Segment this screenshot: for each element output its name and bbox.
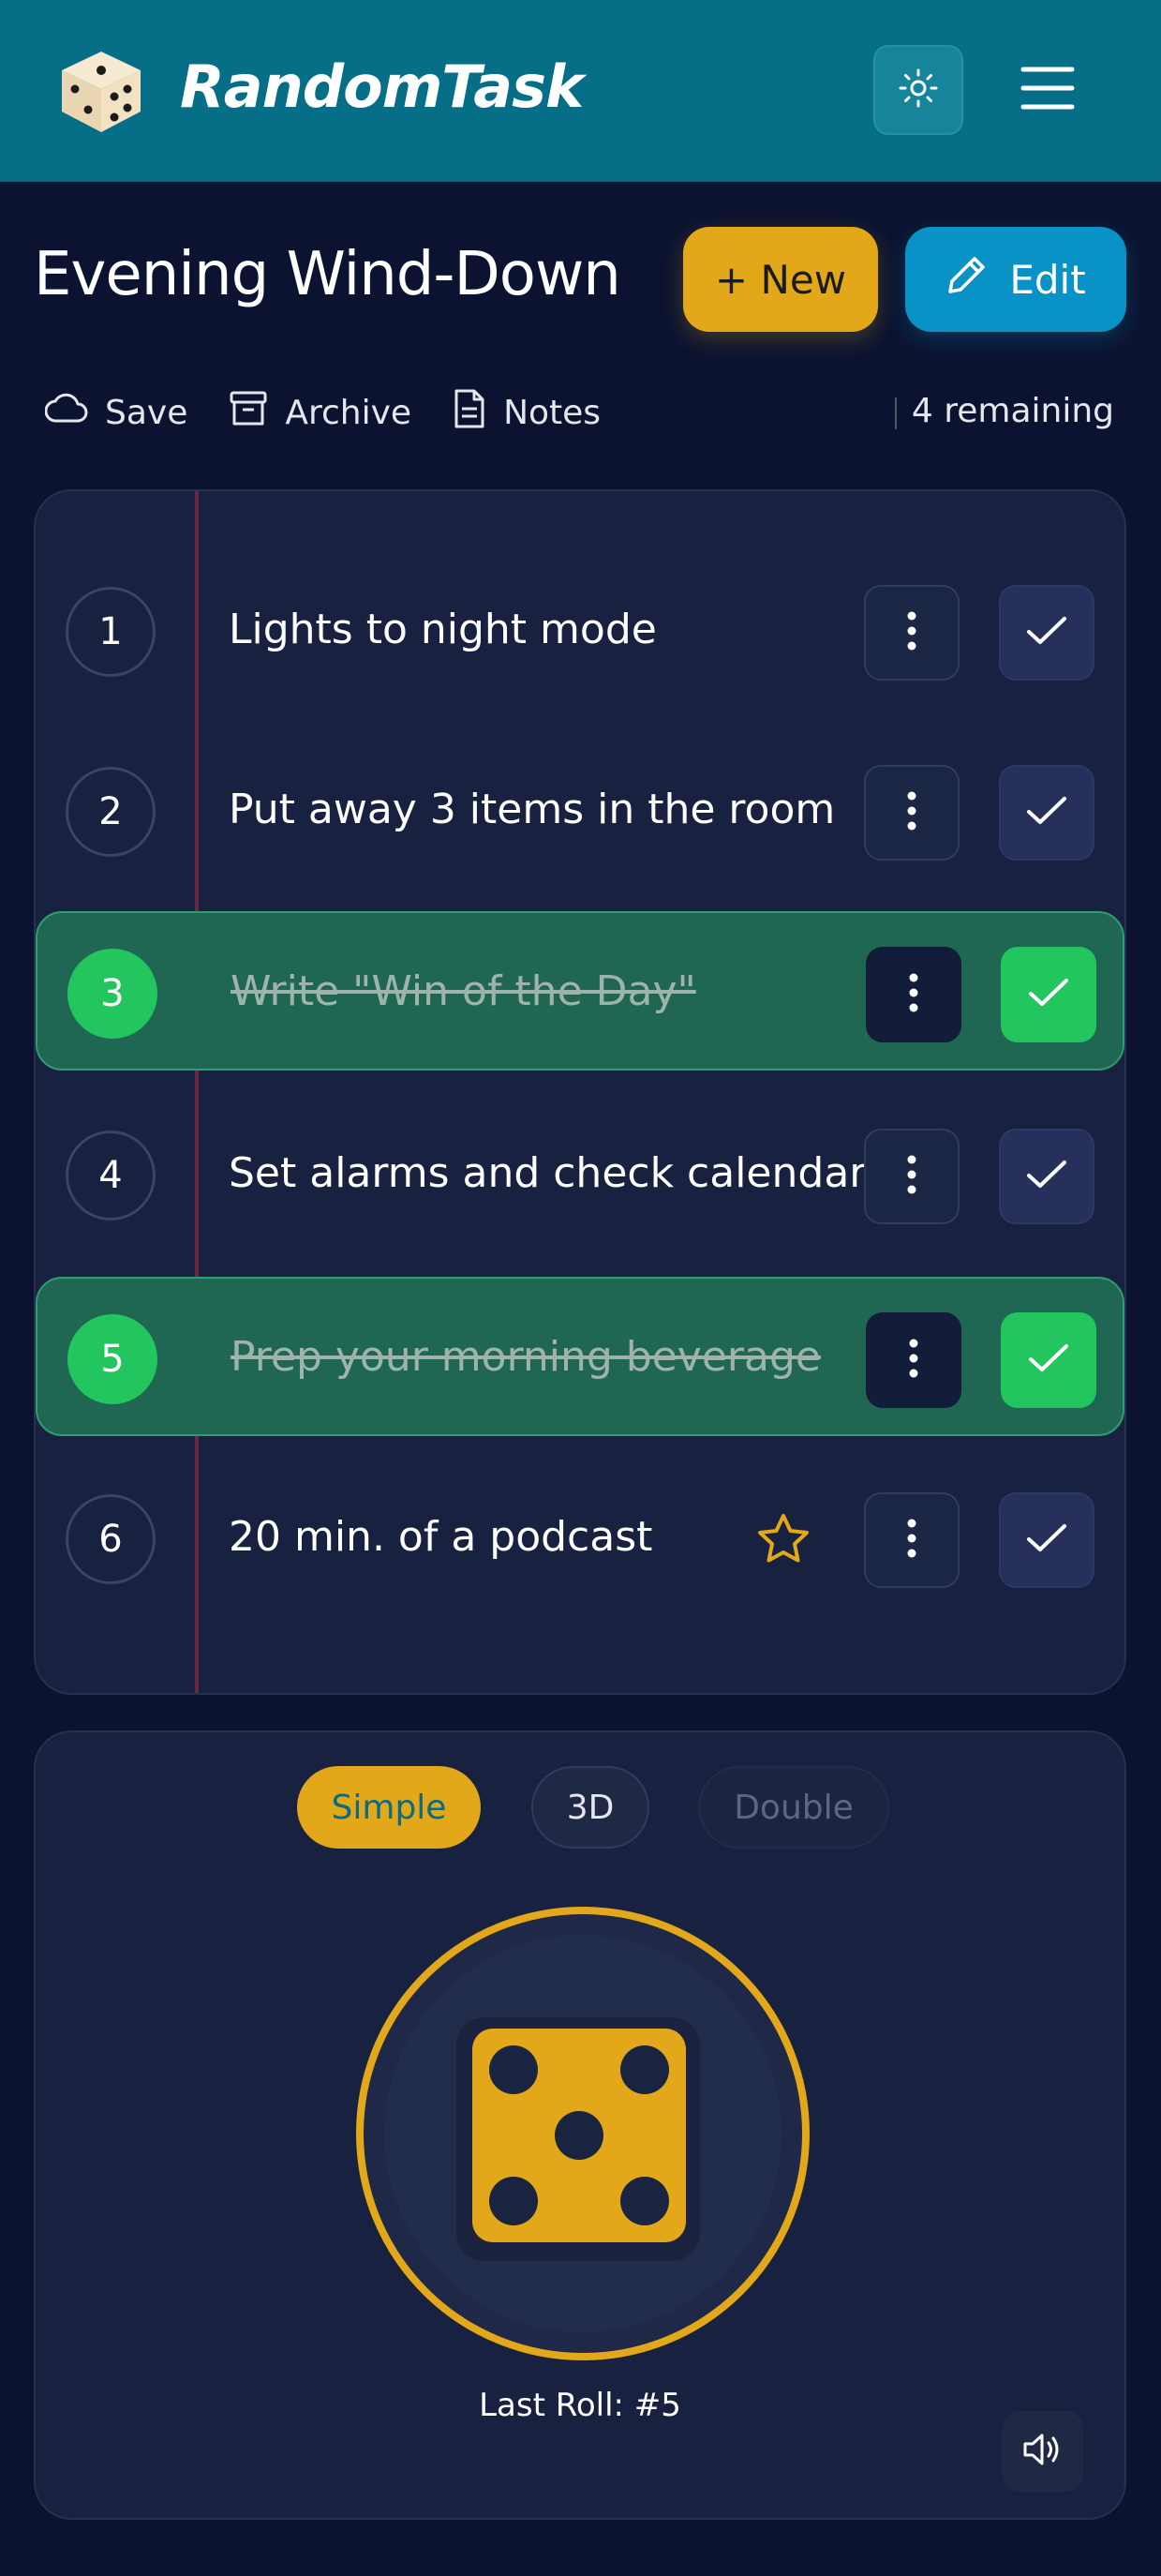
task-text: 20 min. of a podcast [229,1513,653,1561]
check-icon [1025,795,1068,831]
task-item[interactable]: 4 Set alarms and check calendar [36,1095,1124,1254]
task-complete-button[interactable] [999,1492,1094,1588]
task-item[interactable]: 3 Write "Win of the Day" [36,911,1124,1071]
task-options-button[interactable] [864,1129,960,1224]
dice-roller: Simple 3D Double Last Roll: #5 [34,1730,1126,2520]
dice-mode-tabs: Simple 3D Double [36,1766,1124,1850]
star-icon[interactable] [755,1511,811,1567]
task-options-button[interactable] [864,765,960,861]
cloud-icon [44,393,88,433]
die-pip [555,2111,603,2160]
archive-label: Archive [285,393,412,432]
list-actions: Save Archive Notes [44,386,601,439]
task-list: 1 Lights to night mode 2 Put away 3 item… [34,489,1126,1695]
task-text: Set alarms and check calendar [229,1149,867,1197]
menu-button[interactable] [1014,52,1081,127]
edit-list-button[interactable]: Edit [905,227,1126,332]
task-item[interactable]: 1 Lights to night mode [36,551,1124,711]
hamburger-menu-icon [1020,64,1076,116]
task-complete-button[interactable] [999,765,1094,861]
app-header: RandomTask [0,0,1161,182]
new-list-button[interactable]: + New [683,227,878,332]
last-roll-text: Last Roll: #5 [479,2387,681,2424]
task-item[interactable]: 5 Prep your morning beverage [36,1277,1124,1436]
more-vertical-icon [909,1338,918,1383]
more-vertical-icon [907,1518,916,1563]
task-number: 3 [67,949,157,1039]
task-complete-button[interactable] [1001,947,1096,1042]
task-item[interactable]: 2 Put away 3 items in the room [36,731,1124,891]
list-title: Evening Wind-Down [34,240,621,309]
notes-button[interactable]: Notes [453,388,601,438]
app-brand: RandomTask [180,52,584,121]
task-complete-button[interactable] [999,585,1094,681]
task-item[interactable]: 6 20 min. of a podcast [36,1459,1124,1618]
task-number: 4 [66,1131,156,1221]
task-text: Put away 3 items in the room [229,786,836,833]
more-vertical-icon [907,610,916,655]
task-number: 5 [67,1314,157,1404]
check-icon [1027,977,1070,1012]
task-options-button[interactable] [864,585,960,681]
save-button[interactable]: Save [44,393,188,433]
die-pip [489,2045,538,2094]
document-icon [453,388,486,438]
task-complete-button[interactable] [1001,1312,1096,1408]
task-text: Write "Win of the Day" [231,967,696,1015]
new-button-label: + New [714,256,847,303]
task-text: Prep your morning beverage [231,1333,821,1381]
remaining-count: 4 remaining [911,392,1114,430]
die-pip [620,2045,669,2094]
sound-toggle-button[interactable] [1003,2411,1083,2492]
pencil-icon [945,253,989,306]
task-number: 1 [66,587,156,677]
task-number: 6 [66,1494,156,1584]
speaker-icon [1021,2431,1064,2472]
notes-label: Notes [503,393,602,432]
more-vertical-icon [909,972,918,1017]
check-icon [1025,615,1068,651]
die-pip [489,2177,538,2225]
archive-box-icon [229,390,268,436]
actions-divider [895,397,897,429]
task-options-button[interactable] [866,1312,961,1408]
more-vertical-icon [907,1154,916,1199]
task-complete-button[interactable] [999,1129,1094,1224]
mode-tab-simple[interactable]: Simple [297,1766,481,1849]
mode-tab-3d[interactable]: 3D [531,1766,649,1849]
check-icon [1025,1159,1068,1194]
archive-button[interactable]: Archive [229,390,411,436]
die-face[interactable] [472,2029,686,2242]
more-vertical-icon [907,790,916,835]
edit-button-label: Edit [1009,256,1086,303]
die-pip [620,2177,669,2225]
check-icon [1025,1522,1068,1558]
check-icon [1027,1342,1070,1378]
theme-toggle-button[interactable] [873,45,963,135]
task-options-button[interactable] [864,1492,960,1588]
dice-icon [54,44,148,138]
task-options-button[interactable] [866,947,961,1042]
mode-tab-double[interactable]: Double [698,1766,889,1849]
task-text: Lights to night mode [229,606,657,653]
task-number: 2 [66,767,156,857]
sun-icon [898,67,939,112]
save-label: Save [105,393,188,432]
